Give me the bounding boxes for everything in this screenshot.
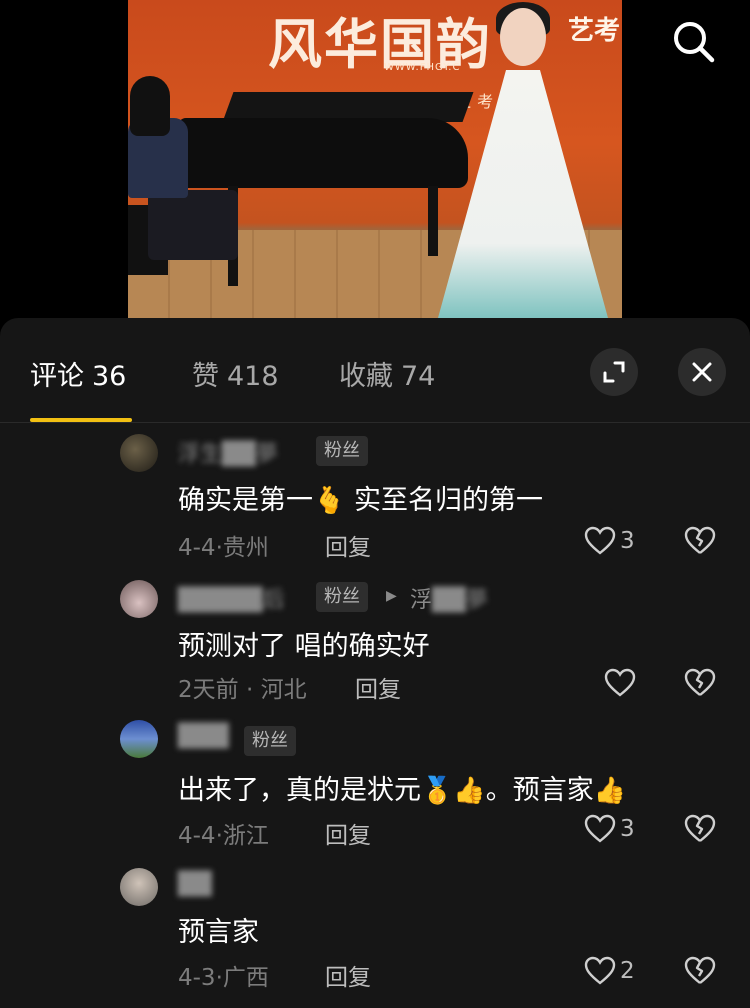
tab-likes-label: 赞 xyxy=(192,361,219,392)
comment-meta: 2天前 · 河北 xyxy=(178,677,307,703)
tab-comments[interactable]: 评论 36 xyxy=(30,354,126,393)
piano-leg xyxy=(428,186,438,256)
reply-button[interactable]: 回复 xyxy=(325,958,371,992)
tab-bar: 评论 36 赞 418 收藏 74 xyxy=(0,318,750,422)
tab-likes-count: 418 xyxy=(227,361,279,392)
like-button[interactable]: 2 xyxy=(584,956,635,986)
comment-text-part: 确实是第一 xyxy=(178,485,313,516)
comment-text: 确实是第一🫰 实至名归的第一 xyxy=(178,478,543,517)
comment-date: 4-3 xyxy=(178,965,216,991)
pianist-legs xyxy=(148,190,238,260)
broken-heart-icon xyxy=(684,814,716,842)
comment-text-part: 实至名归的第一 xyxy=(345,485,543,516)
search-icon[interactable] xyxy=(670,18,718,66)
tab-favorites-count: 74 xyxy=(401,361,436,392)
reply-target-prefix: 浮 xyxy=(410,588,433,613)
heart-icon xyxy=(584,526,616,555)
comment-location: 河北 xyxy=(260,677,307,703)
tab-favorites[interactable]: 收藏 74 xyxy=(339,354,435,393)
banner-subtitle: 艺考 xyxy=(568,16,621,46)
comment-text-part: 出来了，真的是状元 xyxy=(178,775,421,806)
comment-meta: 4-4·浙江 xyxy=(178,823,269,849)
comment-meta: 4-4·贵州 xyxy=(178,535,269,561)
singer-head xyxy=(500,8,546,66)
fan-badge: 粉丝 xyxy=(316,582,368,612)
comment-username[interactable]: ███ xyxy=(178,724,229,749)
like-count: 2 xyxy=(620,958,635,984)
like-count: 3 xyxy=(620,816,635,842)
emoji: 🥇👍 xyxy=(421,776,486,806)
reply-arrow-icon: ▶ xyxy=(386,588,397,604)
video-frame[interactable]: 风华国韵 艺考 WWW.FHGY.C 精于考 止考学 xyxy=(128,0,622,318)
close-icon xyxy=(692,362,712,382)
close-button[interactable] xyxy=(678,348,726,396)
comment-date: 4-4 xyxy=(178,823,216,849)
emoji: 👍 xyxy=(593,776,627,806)
reply-button[interactable]: 回复 xyxy=(325,528,371,562)
heart-icon xyxy=(604,668,636,697)
comment-username[interactable]: 浮生██夢 xyxy=(178,436,278,468)
like-count: 3 xyxy=(620,528,635,554)
reply-target-username[interactable]: 浮██夢 xyxy=(410,582,488,614)
dislike-button[interactable] xyxy=(684,814,716,848)
comment-location: 广西 xyxy=(222,965,269,991)
fan-badge: 粉丝 xyxy=(244,726,296,756)
tab-comments-label: 评论 xyxy=(30,361,84,392)
comment-panel: 评论 36 赞 418 收藏 74 xyxy=(0,318,750,1008)
dislike-button[interactable] xyxy=(684,526,716,560)
comment-text: 出来了，真的是状元🥇👍。预言家👍 xyxy=(178,768,626,807)
tab-likes[interactable]: 赞 418 xyxy=(192,354,279,393)
avatar[interactable] xyxy=(120,434,158,472)
comment-text: 预测对了 唱的确实好 xyxy=(178,631,430,662)
banner-url: WWW.FHGY.C xyxy=(384,62,461,73)
dislike-button[interactable] xyxy=(684,956,716,990)
reply-button[interactable]: 回复 xyxy=(325,816,371,850)
comment-location: 贵州 xyxy=(222,535,269,561)
avatar[interactable] xyxy=(120,868,158,906)
piano xyxy=(178,118,468,188)
dislike-button[interactable] xyxy=(684,668,716,702)
broken-heart-icon xyxy=(684,956,716,984)
tab-favorites-label: 收藏 xyxy=(339,361,393,392)
pianist-hair xyxy=(130,76,170,136)
like-button[interactable]: 3 xyxy=(584,814,635,844)
tab-divider xyxy=(0,422,750,423)
comment-text-part: 。预言家 xyxy=(485,775,594,806)
avatar[interactable] xyxy=(120,580,158,618)
reply-target-rest: ██夢 xyxy=(432,588,488,613)
comment-location: 浙江 xyxy=(222,823,269,849)
expand-icon xyxy=(603,361,625,383)
video-area[interactable]: 风华国韵 艺考 WWW.FHGY.C 精于考 止考学 xyxy=(0,0,750,330)
emoji: 🫰 xyxy=(313,486,346,516)
broken-heart-icon xyxy=(684,526,716,554)
heart-icon xyxy=(584,814,616,843)
comment-meta: 4-3·广西 xyxy=(178,965,269,991)
tab-comments-count: 36 xyxy=(92,361,127,392)
avatar[interactable] xyxy=(120,720,158,758)
comment-username[interactable]: █████后 xyxy=(178,582,285,614)
fan-badge: 粉丝 xyxy=(316,436,368,466)
like-button[interactable]: 3 xyxy=(584,526,635,556)
like-button[interactable] xyxy=(604,668,636,698)
comment-text: 预言家 xyxy=(178,917,259,948)
broken-heart-icon xyxy=(684,668,716,696)
expand-button[interactable] xyxy=(590,348,638,396)
comment-date: 4-4 xyxy=(178,535,216,561)
comment-username[interactable]: ██ xyxy=(178,872,212,897)
reply-button[interactable]: 回复 xyxy=(355,670,401,704)
comment-date: 2天前 xyxy=(178,677,239,703)
heart-icon xyxy=(584,956,616,985)
